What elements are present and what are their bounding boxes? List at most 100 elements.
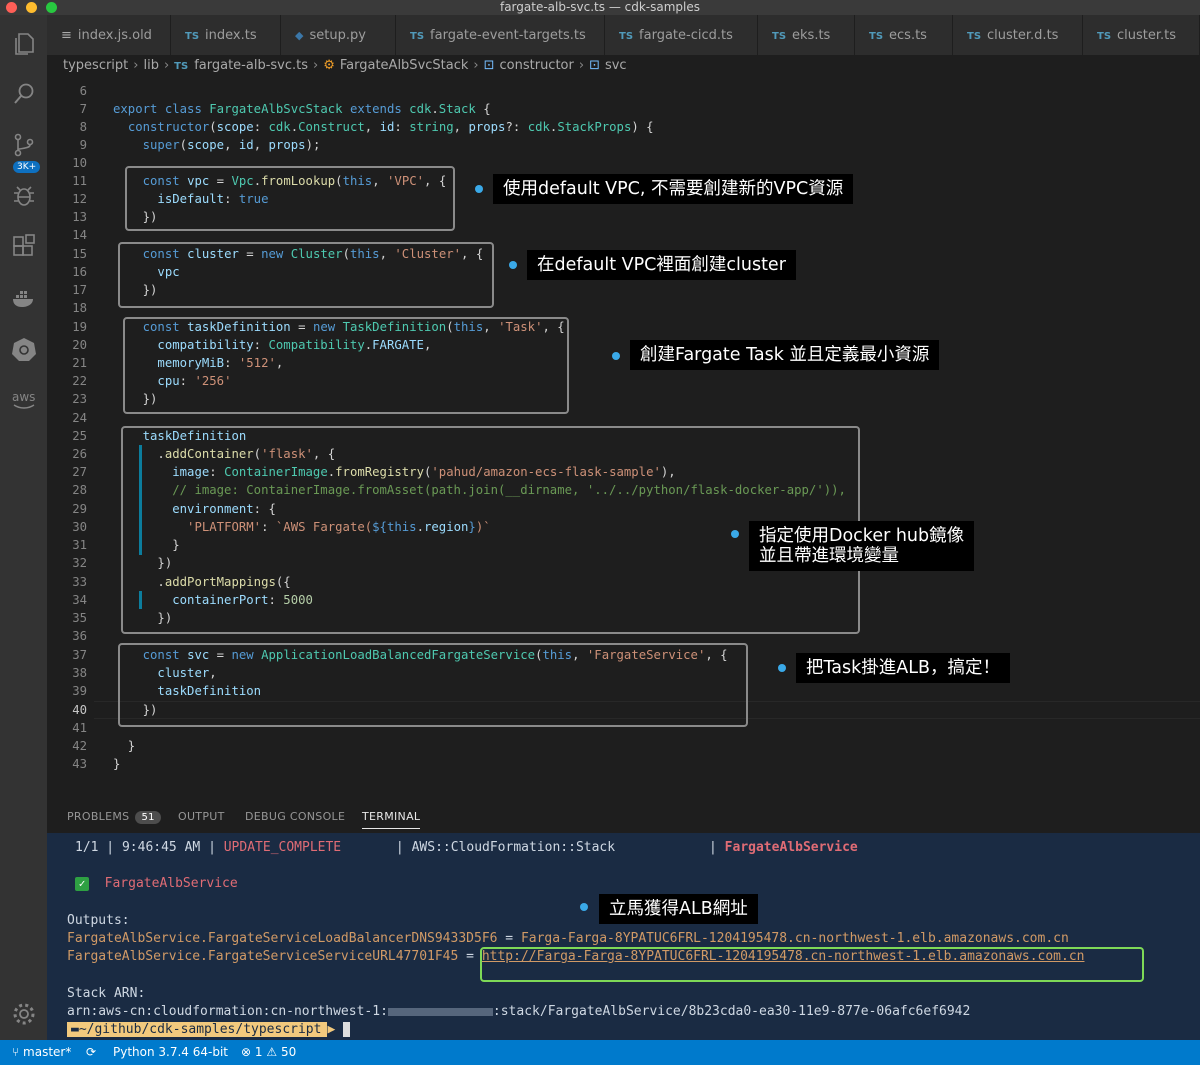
line-number: 32 (72, 556, 87, 570)
stack-arn-line: arn:aws-cn:cloudformation:cn-northwest-1… (67, 1003, 970, 1021)
git-branch[interactable]: ⑂ master* (12, 1040, 71, 1065)
kubernetes-icon[interactable] (0, 336, 47, 362)
tab-terminal[interactable]: TERMINAL (362, 810, 421, 829)
tab-fargate-cicd-ts[interactable]: TS fargate-cicd.ts (605, 15, 758, 55)
line-number: 20 (72, 338, 87, 352)
extensions-icon[interactable] (0, 234, 47, 260)
docker-icon[interactable] (0, 285, 47, 311)
output-key: FargateAlbService.FargateServiceLoadBala… (67, 931, 498, 946)
problems-summary[interactable]: ⊗ 1 ⚠ 50 (241, 1040, 296, 1065)
code-line: 42 } (47, 737, 1200, 755)
tab-setup-py[interactable]: ◆ setup.py (281, 15, 396, 55)
line-number: 28 (72, 483, 87, 497)
output-row: FargateAlbService.FargateServiceLoadBala… (67, 931, 1069, 946)
tab-debug-console[interactable]: DEBUG CONSOLE (245, 810, 345, 823)
python-file-icon: ◆ (295, 29, 304, 42)
aws-icon[interactable]: aws (0, 387, 47, 413)
svg-text:aws: aws (12, 390, 35, 404)
done-stack-name: FargateAlbService (104, 876, 238, 891)
code-line: 9 super(scope, id, props); (47, 136, 1200, 154)
checkmark-icon: ✓ (75, 876, 89, 891)
line-number: 12 (72, 192, 87, 206)
breadcrumb-class[interactable]: FargateAlbSvcStack (340, 58, 469, 73)
progress-count: 1/1 (75, 840, 99, 855)
breadcrumb-constructor[interactable]: constructor (500, 58, 574, 73)
typescript-file-icon: TS (174, 61, 189, 72)
line-number: 11 (72, 174, 87, 188)
source-control-icon[interactable] (0, 132, 47, 158)
line-number: 7 (79, 102, 87, 116)
terminal[interactable]: 1/1 | 9:46:45 AM | UPDATE_COMPLETE | AWS… (47, 833, 1200, 1040)
tab-eks-ts[interactable]: TS eks.ts (758, 15, 855, 55)
error-icon: ⊗ (241, 1045, 252, 1059)
sync-icon[interactable]: ⟳ (86, 1040, 96, 1065)
debug-icon[interactable] (0, 183, 47, 209)
line-number: 24 (72, 411, 87, 425)
tab-label: index.js.old (77, 28, 152, 43)
line-number: 25 (72, 429, 87, 443)
annotation-line: 並且帶進環境變量 (759, 546, 899, 566)
python-interpreter[interactable]: Python 3.7.4 64-bit (113, 1040, 228, 1065)
tab-index-ts[interactable]: TS index.ts (171, 15, 281, 55)
tab-index-js-old[interactable]: ≡ index.js.old (47, 15, 171, 55)
annotation-dot (612, 352, 620, 360)
arn-suffix: :stack/FargateAlbService/8b23cda0-ea30-1… (492, 1004, 971, 1019)
line-number: 23 (72, 392, 87, 406)
highlight-box-vpc (125, 166, 455, 231)
tab-label: PROBLEMS (67, 810, 130, 823)
tab-fargate-event-targets-ts[interactable]: TS fargate-event-targets.ts (396, 15, 605, 55)
typescript-file-icon: TS (185, 31, 200, 42)
tab-label: ecs.ts (889, 28, 927, 43)
explorer-icon[interactable] (0, 30, 47, 56)
tab-label: cluster.ts (1117, 28, 1177, 43)
chevron-right-icon: › (133, 58, 139, 73)
breadcrumb-lib[interactable]: lib (143, 58, 158, 73)
activity-bar: 3K+ aws (0, 15, 47, 1040)
warning-icon: ⚠ (266, 1045, 278, 1059)
tab-output[interactable]: OUTPUT (178, 810, 225, 823)
breadcrumb: typescript › lib › TS fargate-alb-svc.ts › ⚙ Far… (47, 55, 1200, 77)
outputs-label: Outputs: (67, 913, 130, 928)
alb-url-highlight-box (480, 947, 1144, 982)
tab-cluster-d-ts[interactable]: TS cluster.d.ts (953, 15, 1083, 55)
tab-label: eks.ts (792, 28, 831, 43)
annotation-dot (580, 903, 588, 911)
tab-problems[interactable]: PROBLEMS 51 (67, 810, 161, 824)
line-number: 13 (72, 210, 87, 224)
code-line: 8 constructor(scope: cdk.Construct, id: … (47, 118, 1200, 136)
resource-type: AWS::CloudFormation::Stack (411, 840, 616, 855)
line-number: 34 (72, 593, 87, 607)
highlight-box-task (123, 317, 569, 414)
breadcrumb-svc[interactable]: svc (605, 58, 627, 73)
line-number: 9 (79, 138, 87, 152)
output-value: Farga-Farga-8YPATUC6FRL-1204195478.cn-no… (520, 931, 1069, 946)
line-number: 8 (79, 120, 87, 134)
line-number: 18 (72, 301, 87, 315)
terminal-cursor (343, 1022, 351, 1037)
line-number: 16 (72, 265, 87, 279)
typescript-file-icon: TS (967, 31, 982, 42)
warning-count: 50 (280, 1045, 297, 1059)
prompt-line[interactable]: ▬~/github/cdk-samples/typescript ▶ (67, 1021, 351, 1039)
arn-prefix: arn:aws-cn:cloudformation:cn-northwest-1… (67, 1004, 388, 1019)
tab-ecs-ts[interactable]: TS ecs.ts (855, 15, 953, 55)
tab-label: fargate-event-targets.ts (430, 28, 586, 43)
typescript-file-icon: TS (410, 31, 425, 42)
file-icon: ≡ (61, 28, 72, 43)
line-number: 27 (72, 465, 87, 479)
line-number: 17 (72, 283, 87, 297)
code-line: 43} (47, 755, 1200, 773)
tab-cluster-ts[interactable]: TS cluster.ts (1083, 15, 1200, 55)
line-number: 38 (72, 666, 87, 680)
line-number: 29 (72, 502, 87, 516)
search-icon[interactable] (0, 81, 47, 107)
line-number: 41 (72, 721, 87, 735)
code-editor[interactable]: 6 7 export class FargateAlbSvcStack exten… (47, 77, 1200, 795)
breadcrumb-file[interactable]: fargate-alb-svc.ts (194, 58, 308, 73)
typescript-file-icon: TS (619, 31, 634, 42)
annotation-dot (509, 261, 517, 269)
line-number: 39 (72, 684, 87, 698)
chevron-right-icon: › (578, 58, 585, 73)
breadcrumb-typescript[interactable]: typescript (63, 58, 128, 73)
settings-gear-icon[interactable] (0, 1001, 47, 1027)
